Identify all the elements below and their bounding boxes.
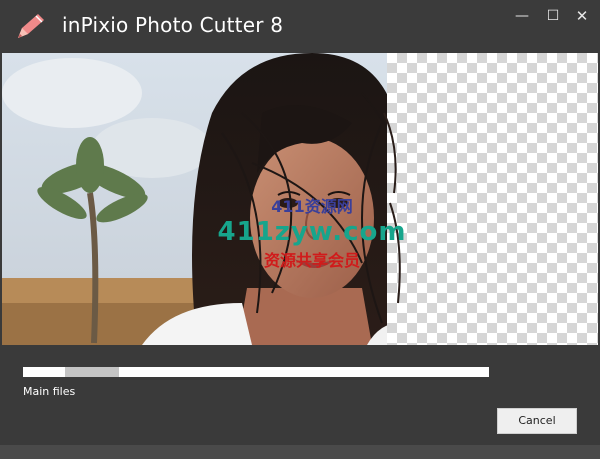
photo-preview: 411资源网 411zyw.com 资源共享会员: [2, 53, 598, 345]
status-label: Main files: [23, 385, 76, 398]
installer-window: inPixio Photo Cutter 8 — ☐ ✕ 411资源网 411z…: [0, 0, 600, 459]
progress-fill: [65, 367, 119, 377]
hair-overlay: [383, 112, 401, 304]
close-icon[interactable]: ✕: [574, 8, 590, 24]
window-title: inPixio Photo Cutter 8: [62, 13, 284, 37]
maximize-icon[interactable]: ☐: [545, 8, 561, 24]
progress-bar: [23, 367, 489, 377]
cancel-button[interactable]: Cancel: [497, 408, 577, 434]
footer-strip: [0, 445, 600, 459]
minimize-icon[interactable]: —: [514, 8, 530, 24]
title-bar[interactable]: inPixio Photo Cutter 8 — ☐ ✕: [0, 0, 600, 52]
pencil-logo-icon: [18, 14, 44, 38]
